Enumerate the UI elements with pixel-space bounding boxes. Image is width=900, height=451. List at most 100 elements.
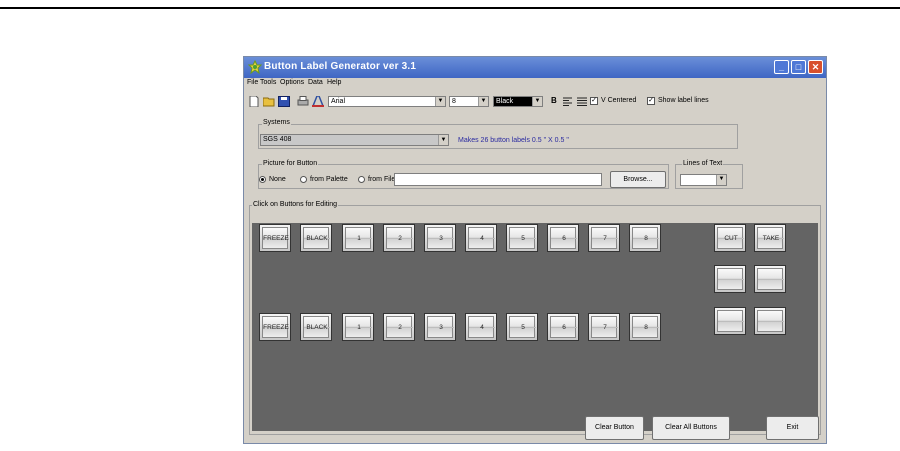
label-button-row2-4[interactable]: 4 xyxy=(465,313,497,341)
toolbar: Arial ▼ 8 ▼ Black ▼ B ✓ V Centered ✓ Sho… xyxy=(244,91,826,113)
chevron-down-icon: ▼ xyxy=(438,135,448,145)
key-label: 4 xyxy=(480,235,484,242)
menu-help[interactable]: Help xyxy=(327,79,341,86)
menu-tools[interactable]: Tools xyxy=(260,79,276,86)
label-button-row1-3[interactable]: 3 xyxy=(424,224,456,252)
picture-palette-label: from Palette xyxy=(310,176,348,183)
bold-button[interactable]: B xyxy=(551,96,557,105)
align-left-icon[interactable] xyxy=(562,96,574,107)
align-justify-icon[interactable] xyxy=(576,96,588,107)
label-button-side-4[interactable] xyxy=(754,265,786,293)
label-button-row1-2[interactable]: 2 xyxy=(383,224,415,252)
size-select[interactable]: 8 ▼ xyxy=(449,96,489,107)
label-button-row1-6[interactable]: 6 xyxy=(547,224,579,252)
picture-group-label: Picture for Button xyxy=(262,160,319,167)
label-button-row2-7[interactable]: 7 xyxy=(588,313,620,341)
label-button-side-5[interactable] xyxy=(714,307,746,335)
menu-data[interactable]: Data xyxy=(308,79,323,86)
label-button-row1-freeze[interactable]: FREEZE xyxy=(259,224,291,252)
app-window: Button Label Generator ver 3.1 _ □ ✕ Fil… xyxy=(243,56,827,444)
picture-file-label: from File: xyxy=(368,176,398,183)
systems-select[interactable]: SGS 408 ▼ xyxy=(260,134,449,146)
key-label: FREEZE xyxy=(263,235,289,242)
new-file-icon[interactable] xyxy=(248,96,260,107)
label-button-row1-5[interactable]: 5 xyxy=(506,224,538,252)
label-button-row2-8[interactable]: 8 xyxy=(629,313,661,341)
key-label: 6 xyxy=(562,235,566,242)
label-button-side-3[interactable] xyxy=(714,265,746,293)
app-icon xyxy=(248,60,262,74)
v-centered-checkbox[interactable]: ✓ xyxy=(590,97,598,105)
show-label-lines-checkbox[interactable]: ✓ xyxy=(647,97,655,105)
minimize-button[interactable]: _ xyxy=(774,60,789,74)
label-button-row2-5[interactable]: 5 xyxy=(506,313,538,341)
chevron-down-icon: ▼ xyxy=(716,175,726,185)
title-bar[interactable]: Button Label Generator ver 3.1 _ □ ✕ xyxy=(244,57,826,78)
key-label: 1 xyxy=(357,235,361,242)
label-button-row2-6[interactable]: 6 xyxy=(547,313,579,341)
key-label: 8 xyxy=(644,235,648,242)
key-label: 8 xyxy=(644,324,648,331)
systems-value: SGS 408 xyxy=(263,136,292,143)
picture-none-label: None xyxy=(269,176,286,183)
clear-all-buttons-button[interactable]: Clear All Buttons xyxy=(652,416,730,440)
font-icon[interactable] xyxy=(312,96,324,107)
key-label: 2 xyxy=(398,324,402,331)
chevron-down-icon: ▼ xyxy=(435,97,445,106)
key-label: 7 xyxy=(603,235,607,242)
color-value: Black xyxy=(496,98,514,105)
label-button-side-6[interactable] xyxy=(754,307,786,335)
label-button-row2-1[interactable]: 1 xyxy=(342,313,374,341)
color-select[interactable]: Black ▼ xyxy=(493,96,543,107)
label-button-row2-freeze[interactable]: FREEZE xyxy=(259,313,291,341)
key-label: CUT xyxy=(724,235,738,242)
picture-file-radio[interactable] xyxy=(358,176,365,183)
menu-file[interactable]: File xyxy=(247,79,258,86)
editing-group-label: Click on Buttons for Editing xyxy=(252,201,339,208)
font-value: Arial xyxy=(331,98,346,105)
key-label: 2 xyxy=(398,235,402,242)
systems-group-label: Systems xyxy=(262,119,291,126)
key-label: 4 xyxy=(480,324,484,331)
key-label: FREEZE xyxy=(263,324,289,331)
label-button-row2-2[interactable]: 2 xyxy=(383,313,415,341)
browse-button[interactable]: Browse... xyxy=(610,171,666,188)
print-icon[interactable] xyxy=(297,96,309,107)
key-label: 5 xyxy=(521,324,525,331)
label-button-row2-3[interactable]: 3 xyxy=(424,313,456,341)
systems-info-text: Makes 26 button labels 0.5 " X 0.5 " xyxy=(458,137,569,144)
key-label: 7 xyxy=(603,324,607,331)
picture-palette-radio[interactable] xyxy=(300,176,307,183)
show-label-lines-label: Show label lines xyxy=(658,97,709,104)
clear-button[interactable]: Clear Button xyxy=(585,416,644,440)
close-button[interactable]: ✕ xyxy=(808,60,823,74)
label-button-row2-black[interactable]: BLACK xyxy=(300,313,332,341)
open-folder-icon[interactable] xyxy=(263,96,275,107)
picture-file-input[interactable] xyxy=(394,173,602,186)
label-button-row1-4[interactable]: 4 xyxy=(465,224,497,252)
exit-button[interactable]: Exit xyxy=(766,416,819,440)
picture-none-radio[interactable] xyxy=(259,176,266,183)
key-label: 1 xyxy=(357,324,361,331)
label-button-take[interactable]: TAKE xyxy=(754,224,786,252)
key-label: 3 xyxy=(439,235,443,242)
window-title: Button Label Generator ver 3.1 xyxy=(264,61,417,72)
label-button-row1-1[interactable]: 1 xyxy=(342,224,374,252)
maximize-button[interactable]: □ xyxy=(791,60,806,74)
lines-of-text-select[interactable]: ▼ xyxy=(680,174,727,186)
save-icon[interactable] xyxy=(278,96,290,107)
button-editing-area: FREEZE BLACK 1 2 3 4 5 6 7 8 CUT TAKE FR… xyxy=(252,223,818,431)
label-button-row1-black[interactable]: BLACK xyxy=(300,224,332,252)
label-button-row1-8[interactable]: 8 xyxy=(629,224,661,252)
key-label: 6 xyxy=(562,324,566,331)
key-label: BLACK xyxy=(306,235,328,242)
key-label: BLACK xyxy=(306,324,328,331)
v-centered-label: V Centered xyxy=(601,97,637,104)
label-button-row1-7[interactable]: 7 xyxy=(588,224,620,252)
menu-options[interactable]: Options xyxy=(280,79,304,86)
label-button-cut[interactable]: CUT xyxy=(714,224,746,252)
menu-bar: File Tools Options Data Help xyxy=(244,78,826,89)
key-label: 5 xyxy=(521,235,525,242)
key-label: TAKE xyxy=(762,235,780,242)
font-select[interactable]: Arial ▼ xyxy=(328,96,446,107)
